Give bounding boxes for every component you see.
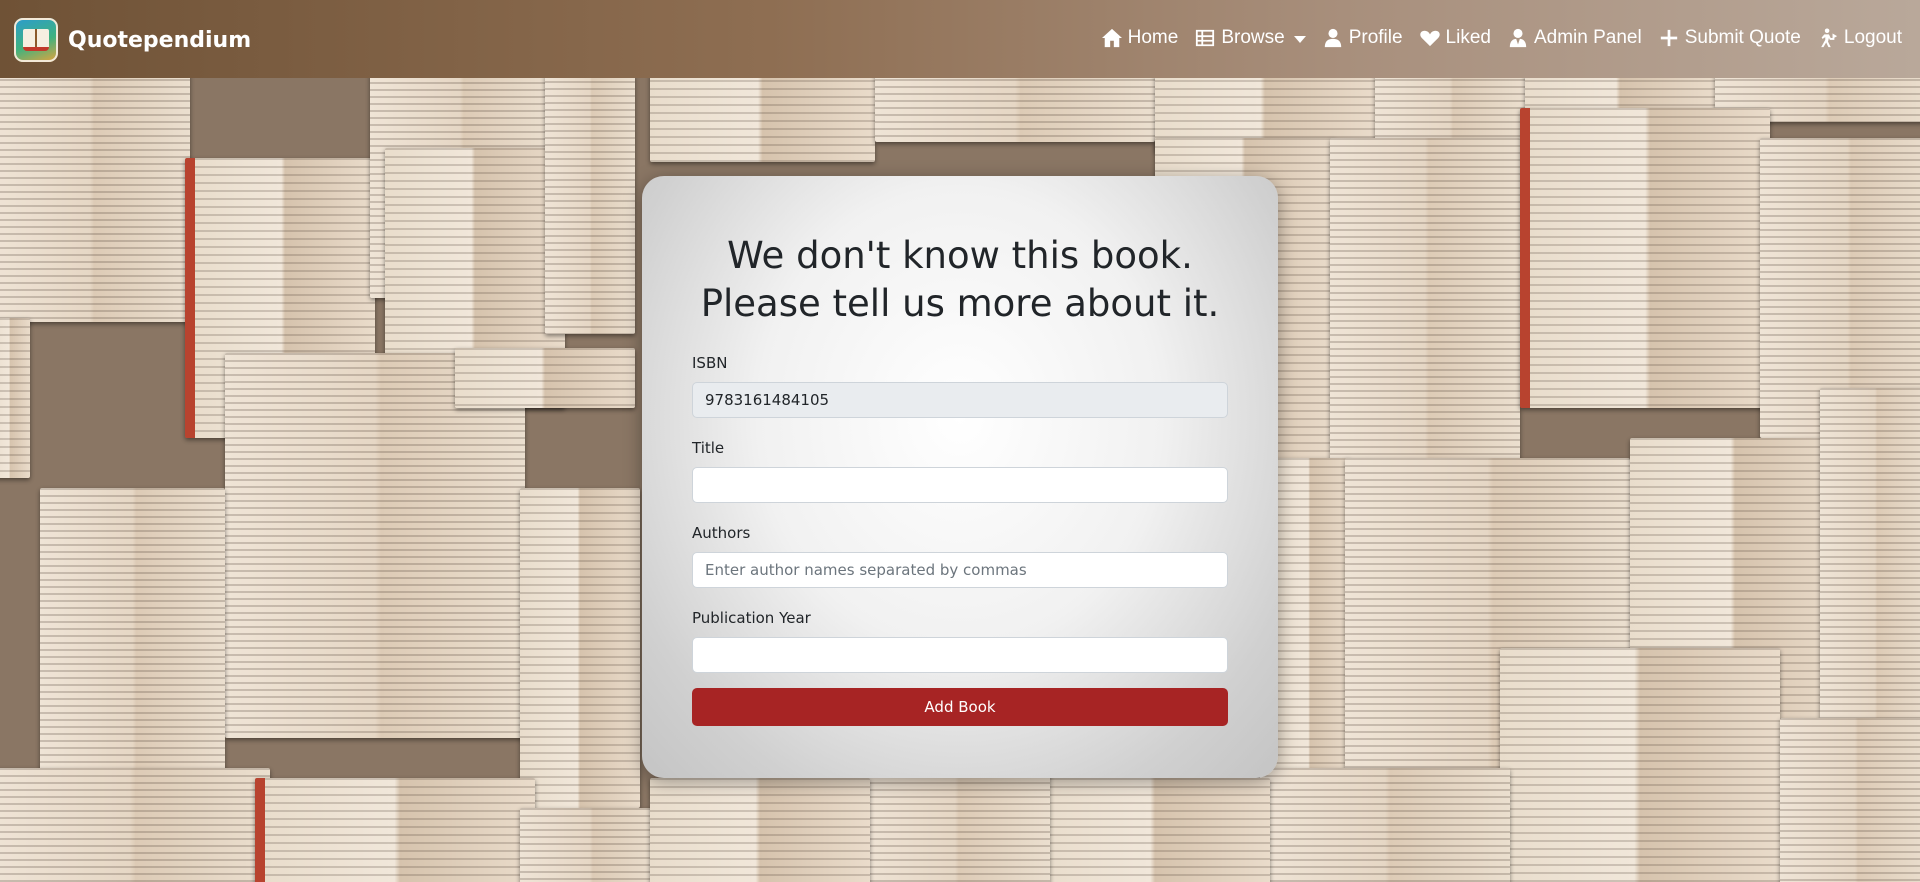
logout-icon [1821,28,1837,48]
user-tie-icon [1509,28,1527,48]
authors-label: Authors [692,524,751,542]
isbn-field-group: ISBN [692,354,1228,418]
nav-submit-label: Submit Quote [1684,27,1801,48]
authors-input[interactable] [692,552,1228,588]
plus-icon [1660,29,1677,47]
table-icon [1196,29,1215,47]
nav-browse-label: Browse [1221,27,1285,48]
nav-submit-quote[interactable]: Submit Quote [1658,27,1801,49]
heart-icon [1419,30,1440,47]
nav-home[interactable]: Home [1101,27,1179,49]
brand-name: Quotependium [68,27,252,53]
add-book-button[interactable]: Add Book [692,688,1228,726]
book-logo-icon [14,18,58,62]
nav-logout-label: Logout [1843,27,1902,48]
add-book-card: We don't know this book. Please tell us … [642,176,1278,778]
publication-year-label: Publication Year [692,609,811,627]
chevron-down-icon [1293,35,1306,43]
nav-menu: Home Browse Profile Liked Admin Panel Su… [1085,27,1902,49]
nav-home-label: Home [1127,27,1179,48]
nav-browse-dropdown[interactable]: Browse [1194,27,1306,49]
year-field-group: Publication Year [692,609,1228,673]
brand[interactable]: Quotependium [14,18,251,62]
authors-field-group: Authors [692,524,1228,588]
user-icon [1324,28,1341,48]
nav-liked-label: Liked [1445,27,1491,48]
title-field-group: Title [692,439,1228,503]
isbn-input[interactable] [692,382,1228,418]
navbar: Quotependium Home Browse Profile Liked A… [0,0,1920,78]
publication-year-input[interactable] [692,637,1228,673]
title-input[interactable] [692,467,1228,503]
nav-logout[interactable]: Logout [1817,27,1902,49]
title-label: Title [692,439,725,457]
nav-profile-label: Profile [1348,27,1403,48]
nav-profile[interactable]: Profile [1322,27,1403,49]
home-icon [1101,28,1122,48]
title-line-2: Please tell us more about it. [700,282,1220,325]
nav-liked[interactable]: Liked [1419,27,1491,49]
title-line-1: We don't know this book. [727,234,1193,277]
nav-admin-panel[interactable]: Admin Panel [1507,27,1642,49]
isbn-label: ISBN [692,354,728,372]
page-title: We don't know this book. Please tell us … [692,232,1228,328]
nav-admin-label: Admin Panel [1533,27,1642,48]
